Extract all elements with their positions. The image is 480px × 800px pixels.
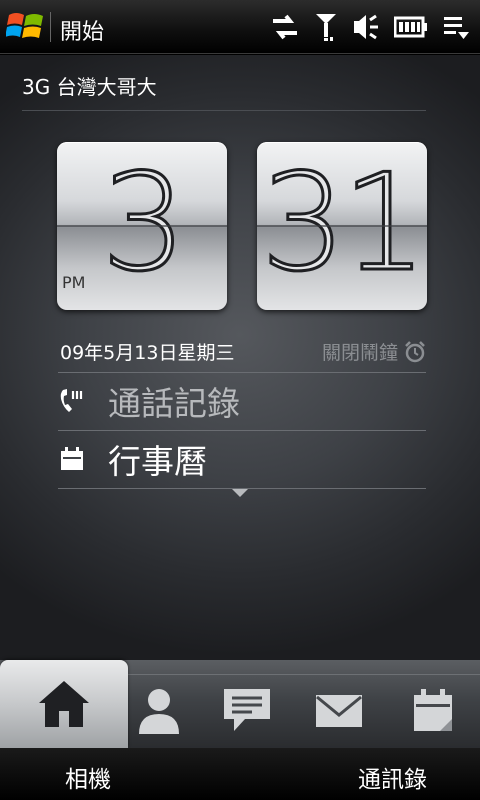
tab-mail[interactable] xyxy=(292,674,386,748)
status-icons xyxy=(270,10,470,44)
title-bar: 開始 xyxy=(0,0,480,54)
clock-hour: 3 xyxy=(100,145,188,301)
tab-home[interactable] xyxy=(0,660,128,748)
data-sync-icon[interactable] xyxy=(270,12,300,42)
call-history-icon xyxy=(60,389,83,412)
page-title: 開始 xyxy=(60,20,105,45)
calendar-icon xyxy=(61,447,83,470)
message-icon xyxy=(224,689,270,731)
date-text: 09年5月13日星期三 xyxy=(60,342,235,364)
clock-hour-card[interactable]: 3 PM xyxy=(57,142,227,310)
menu-icon[interactable] xyxy=(442,13,470,41)
tab-bar xyxy=(0,660,480,748)
clock-minute: 31 xyxy=(259,145,427,301)
softkey-contacts[interactable]: 通訊錄 xyxy=(358,760,427,794)
call-history-label: 通話記錄 xyxy=(108,384,240,423)
carrier-name: 3G 台灣大哥大 xyxy=(22,75,157,99)
calendar-row[interactable]: 行事曆 xyxy=(58,431,426,487)
alarm-clock-icon xyxy=(405,340,425,362)
softkey-camera[interactable]: 相機 xyxy=(65,760,111,794)
expand-arrow-icon[interactable] xyxy=(232,489,248,497)
battery-icon[interactable] xyxy=(394,15,428,39)
carrier-divider xyxy=(22,110,426,111)
clock-ampm: PM xyxy=(62,273,86,292)
signal-icon[interactable] xyxy=(314,11,338,43)
alarm-status[interactable]: 關閉鬧鐘 xyxy=(322,338,426,365)
windows-start-icon[interactable] xyxy=(6,9,46,45)
volume-icon[interactable] xyxy=(352,12,380,42)
call-history-row[interactable]: 通話記錄 xyxy=(58,373,426,429)
softkey-bar: 相機 通訊錄 xyxy=(0,748,480,800)
clock-minute-card[interactable]: 31 xyxy=(257,142,427,310)
home-panel: 3G 台灣大哥大 3 PM 31 09年5月13日星期三 關閉鬧鐘 通話記錄 行… xyxy=(0,55,480,660)
calendar-label: 行事曆 xyxy=(108,442,207,481)
alarm-label: 關閉鬧鐘 xyxy=(321,342,398,364)
tab-messages[interactable] xyxy=(200,674,294,748)
calendar-icon xyxy=(414,689,452,731)
home-icon xyxy=(39,681,89,727)
person-icon xyxy=(139,689,179,734)
title-separator xyxy=(50,12,51,42)
tab-calendar[interactable] xyxy=(386,674,480,748)
mail-icon xyxy=(316,695,362,727)
tab-people[interactable] xyxy=(112,674,206,748)
